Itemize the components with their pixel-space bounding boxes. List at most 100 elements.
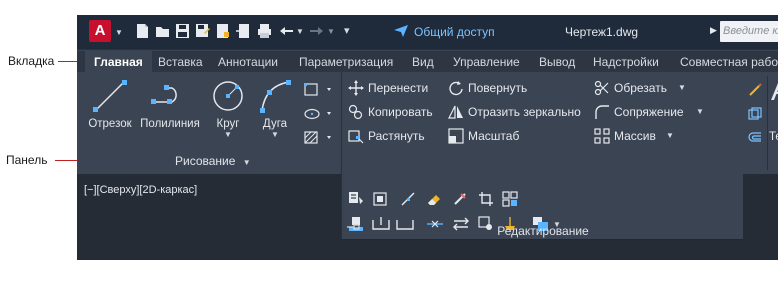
rotate-icon	[449, 81, 463, 96]
circle-tool-label: Круг	[216, 118, 240, 130]
break-icon[interactable]	[452, 191, 468, 207]
app-logo-button[interactable]: A	[89, 20, 111, 42]
trim-button[interactable]: Обрезать ▼	[594, 80, 694, 96]
draw-panel-label: Рисование	[175, 154, 236, 168]
arc-icon	[260, 80, 291, 113]
fillet-label: Сопряжение	[614, 105, 684, 119]
annotation-panel-label: Панель	[6, 153, 48, 167]
grid-array-icon[interactable]	[502, 191, 518, 207]
edit-text-icon[interactable]	[372, 191, 388, 207]
info-arrow-icon[interactable]: ▶	[710, 25, 717, 36]
tab-insert[interactable]: Вставка	[158, 51, 203, 73]
draw-panel-title[interactable]: Рисование ▼	[175, 154, 251, 168]
trim-dropdown-icon[interactable]: ▼	[678, 83, 686, 92]
group-icon[interactable]	[747, 106, 763, 122]
polyline-tool-button[interactable]: Полилиния	[137, 78, 203, 130]
title-bar: A ▼ ▼ ▼ ▾ Общий доступ Чертеж1.dwg ▶ Вве…	[77, 15, 778, 49]
draw-panel-expand-icon[interactable]: ▼	[243, 158, 251, 167]
stretch-label: Растянуть	[368, 129, 425, 143]
right-panels-area: A Текс	[743, 72, 778, 174]
undo-icon[interactable]	[279, 23, 294, 39]
erase-icon[interactable]	[426, 191, 442, 207]
save-as-icon[interactable]	[195, 23, 210, 39]
mirror-label: Отразить зеркально	[468, 105, 581, 119]
arc-dropdown-icon[interactable]: ▼	[253, 130, 297, 139]
ribbon-tab-bar: Главная Вставка Аннотации Параметризация…	[77, 50, 778, 73]
text-tool-label[interactable]: Текс	[769, 131, 778, 143]
linear-dimension-icon[interactable]	[747, 82, 763, 98]
trim-label: Обрезать	[614, 81, 667, 95]
new-file-icon[interactable]	[135, 23, 150, 39]
array-label: Массив	[614, 129, 656, 143]
arc-tool-button[interactable]: Дуга ▼	[253, 78, 297, 139]
explode-line-icon[interactable]	[400, 191, 416, 207]
match-properties-icon[interactable]	[348, 191, 364, 207]
polyline-tool-label: Полилиния	[140, 118, 200, 130]
offset-icon[interactable]	[747, 130, 763, 146]
app-menu-caret-icon[interactable]: ▼	[115, 28, 123, 37]
search-input[interactable]: Введите кл	[720, 21, 778, 42]
move-label: Перенести	[368, 81, 429, 95]
line-tool-label: Отрезок	[88, 118, 132, 130]
crop-icon[interactable]	[478, 191, 494, 207]
undo-caret-icon[interactable]: ▼	[296, 27, 304, 36]
arc-tool-label: Дуга	[262, 118, 288, 130]
circle-tool-button[interactable]: Круг ▼	[205, 78, 251, 139]
document-title: Чертеж1.dwg	[565, 25, 639, 39]
tab-addins[interactable]: Надстройки	[593, 51, 659, 73]
annotation-tab-label: Вкладка	[8, 54, 55, 68]
plot-preview-icon[interactable]	[215, 23, 230, 39]
tab-manage[interactable]: Управление	[453, 51, 520, 73]
tab-parametric[interactable]: Параметризация	[299, 51, 393, 73]
scale-icon	[448, 128, 464, 144]
trim-icon	[594, 80, 609, 96]
rotate-button[interactable]: Повернуть	[448, 80, 578, 96]
fillet-dropdown-icon[interactable]: ▼	[696, 107, 704, 116]
hatch-icon[interactable]	[303, 128, 333, 148]
tab-view[interactable]: Вид	[412, 51, 434, 73]
share-button[interactable]: Общий доступ	[414, 25, 495, 39]
scale-button[interactable]: Масштаб	[448, 128, 548, 144]
share-icon[interactable]	[393, 24, 409, 38]
tab-home[interactable]: Главная	[85, 51, 152, 73]
save-icon[interactable]	[175, 23, 190, 39]
copy-button[interactable]: Копировать	[348, 104, 448, 120]
fillet-button[interactable]: Сопряжение ▼	[594, 104, 704, 120]
viewport-controls-label[interactable]: [−][Сверху][2D-каркас]	[84, 184, 197, 196]
autocad-window: A ▼ ▼ ▼ ▾ Общий доступ Чертеж1.dwg ▶ Вве…	[77, 15, 778, 260]
stretch-button[interactable]: Растянуть	[348, 128, 448, 144]
tab-annotate[interactable]: Аннотации	[218, 51, 278, 73]
print-icon[interactable]	[257, 23, 272, 39]
copy-icon	[348, 104, 363, 120]
mirror-button[interactable]: Отразить зеркально	[448, 104, 588, 120]
tab-collaborate[interactable]: Совместная работ	[680, 51, 778, 73]
stretch-icon	[348, 130, 364, 144]
array-dropdown-icon[interactable]: ▼	[666, 131, 674, 140]
mirror-icon	[448, 105, 463, 119]
copy-label: Копировать	[368, 105, 433, 119]
ellipse-icon[interactable]	[303, 104, 333, 124]
tab-output[interactable]: Вывод	[539, 51, 575, 73]
array-icon	[594, 128, 610, 144]
import-icon[interactable]	[235, 23, 250, 39]
fillet-icon	[595, 105, 609, 119]
move-icon	[348, 80, 364, 96]
line-tool-button[interactable]: Отрезок	[85, 78, 135, 130]
circle-dropdown-icon[interactable]: ▼	[205, 130, 251, 139]
text-tool-icon[interactable]: A	[771, 74, 778, 108]
text-panel-separator	[767, 76, 768, 170]
modify-panel-label[interactable]: Редактирование	[342, 224, 744, 238]
circle-icon	[213, 81, 243, 111]
redo-icon[interactable]	[309, 23, 324, 39]
scale-label: Масштаб	[468, 129, 520, 143]
array-button[interactable]: Массив ▼	[594, 128, 694, 144]
redo-caret-icon[interactable]: ▼	[327, 27, 335, 36]
open-file-icon[interactable]	[155, 23, 170, 39]
modify-panel: Перенести Копировать Растянуть Повернуть	[341, 72, 743, 240]
rectangle-icon[interactable]	[303, 80, 333, 100]
line-icon	[93, 80, 127, 112]
move-button[interactable]: Перенести	[348, 80, 448, 96]
quick-access-customize-icon[interactable]: ▾	[344, 24, 350, 37]
polyline-icon	[151, 85, 177, 104]
rotate-label: Повернуть	[468, 81, 528, 95]
